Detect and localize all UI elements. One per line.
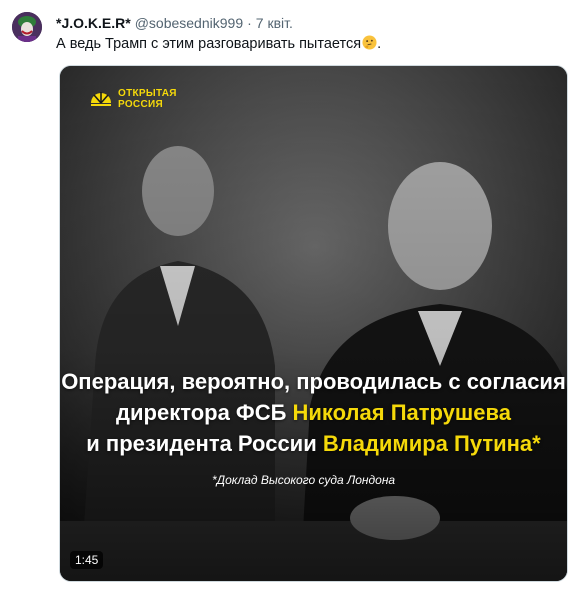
tweet[interactable]: *J.O.K.E.R* @sobesednik999 · 7 квіт. А в… [0,0,579,589]
thinking-face-icon [362,35,377,50]
video-player[interactable]: ОТКРЫТАЯ РОССИЯ Операция, вероятно, прово… [59,65,568,582]
tweet-body: А ведь Трамп с этим разговаривать пытает… [56,36,362,52]
avatar[interactable] [12,12,42,42]
brand-line-2: РОССИЯ [118,99,163,110]
brand-line-1: ОТКРЫТАЯ [118,88,177,99]
brand-name: ОТКРЫТАЯ РОССИЯ [118,88,177,110]
tweet-text: А ведь Трамп с этим разговаривать пытает… [56,34,381,54]
caption-line-3: и президента России Владимира Путина* [60,428,567,459]
display-name[interactable]: *J.O.K.E.R* [56,15,131,31]
timestamp[interactable]: 7 квіт. [256,15,293,31]
caption-footnote: *Доклад Высокого суда Лондона [212,473,396,487]
caption-line-2: директора ФСБ Николая Патрушева [60,397,567,428]
sunrise-logo-icon [91,92,111,106]
caption-line-2-prefix: директора ФСБ [116,400,293,425]
tweet-trailing: . [377,36,382,52]
brand-logo: ОТКРЫТАЯ РОССИЯ [88,86,177,112]
user-handle[interactable]: @sobesednik999 [135,15,243,31]
caption-line-1: Операция, вероятно, проводилась с соглас… [61,369,566,394]
tweet-header: *J.O.K.E.R* @sobesednik999 · 7 квіт. [56,13,293,33]
caption-highlight-patrushev: Николая Патрушева [292,400,511,425]
caption-line-3-prefix: и президента России [86,431,323,456]
video-duration-badge: 1:45 [70,551,104,569]
separator: · [247,15,252,31]
caption-highlight-putin: Владимира Путина* [322,431,541,456]
video-caption: Операция, вероятно, проводилась с соглас… [60,366,567,459]
video-thumbnail [60,66,567,581]
